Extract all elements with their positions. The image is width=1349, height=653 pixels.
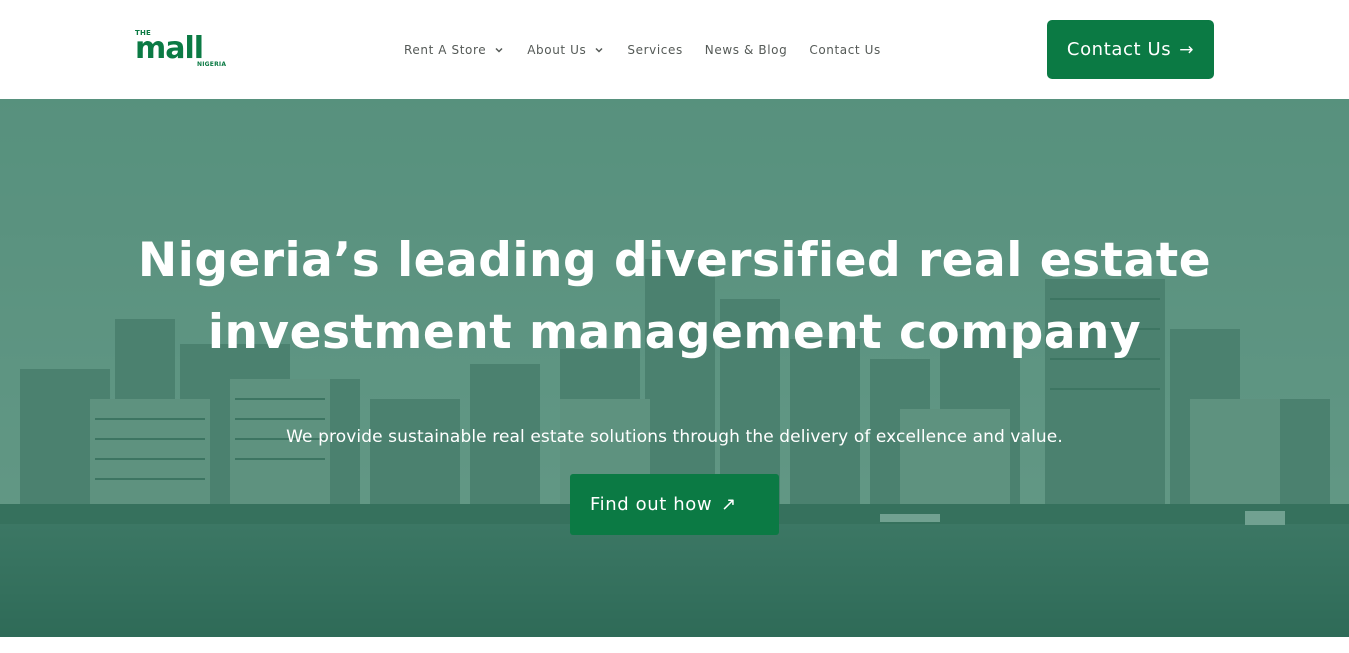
brand-logo[interactable]: THE mall NIGERIA: [135, 29, 230, 71]
chevron-down-icon: [595, 47, 603, 53]
nav-item-about-us[interactable]: About Us: [527, 43, 605, 57]
main-nav: Rent A Store About Us Services News & Bl…: [404, 40, 881, 60]
hero-headline: Nigeria’s leading diversified real estat…: [0, 225, 1349, 369]
page-content-below-hero: [0, 637, 1349, 653]
site-header: THE mall NIGERIA Rent A Store About Us S…: [0, 0, 1349, 99]
arrow-up-right-icon: ↗: [721, 494, 737, 515]
hero-section: Nigeria’s leading diversified real estat…: [0, 99, 1349, 637]
nav-item-label: News & Blog: [704, 43, 788, 57]
hero-headline-line-2: investment management company: [207, 305, 1142, 360]
nav-item-services[interactable]: Services: [627, 43, 682, 57]
logo-text-mall: mall: [135, 31, 204, 66]
hero-subtext: We provide sustainable real estate solut…: [286, 427, 1063, 447]
nav-item-label: Rent A Store: [404, 43, 487, 57]
nav-item-rent-a-store[interactable]: Rent A Store: [404, 43, 505, 57]
logo-text-nigeria: NIGERIA: [197, 61, 227, 68]
arrow-right-icon: →: [1179, 39, 1195, 60]
nav-item-contact-us[interactable]: Contact Us: [809, 43, 881, 57]
hero-headline-line-1: Nigeria’s leading diversified real estat…: [137, 233, 1212, 288]
nav-item-label: About Us: [527, 43, 587, 57]
nav-item-label: Services: [627, 43, 683, 57]
contact-us-button[interactable]: Contact Us →: [1047, 20, 1214, 79]
nav-item-news-blog[interactable]: News & Blog: [705, 43, 788, 57]
find-out-how-button-label: Find out how: [590, 494, 713, 515]
nav-item-label: Contact Us: [809, 43, 881, 57]
find-out-how-button[interactable]: Find out how ↗: [570, 474, 779, 535]
chevron-down-icon: [495, 47, 503, 53]
contact-us-button-label: Contact Us: [1066, 39, 1172, 60]
